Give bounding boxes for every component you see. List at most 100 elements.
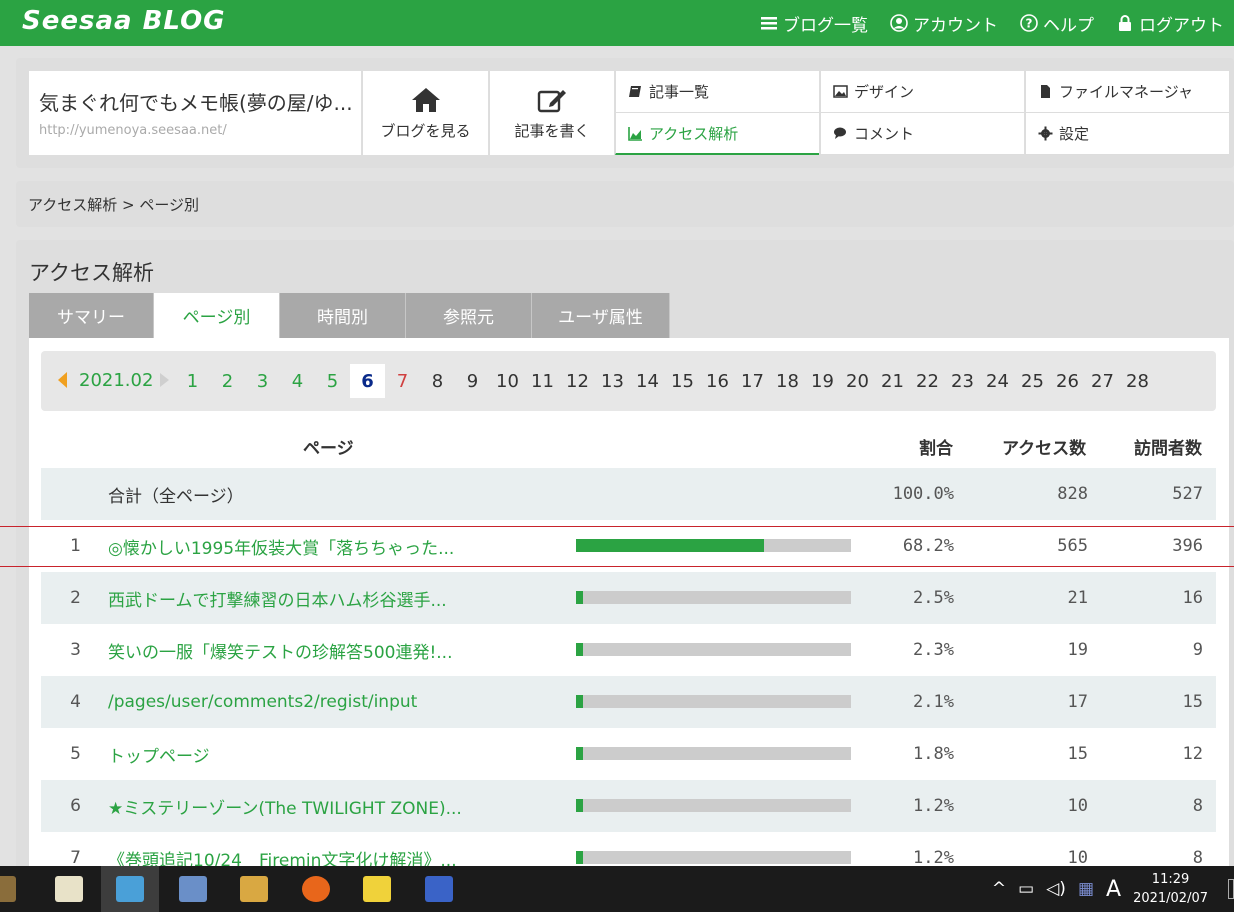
row-access: 19 [1067, 640, 1088, 660]
share-bar [576, 799, 851, 812]
tab-summary[interactable]: サマリー [29, 293, 154, 338]
tab-by-time[interactable]: 時間別 [280, 293, 406, 338]
total-ratio: 100.0% [892, 484, 954, 504]
menu-analytics[interactable]: アクセス解析 [615, 113, 819, 155]
table-row: 1 ◎懐かしい1995年仮装大賞「落ちちゃった... 68.2% 565 396 [41, 520, 1216, 572]
volume-icon[interactable]: ◁) [1046, 879, 1066, 899]
seesaa-logo[interactable]: Seesaa BLOG [22, 6, 226, 36]
view-blog-button[interactable]: ブログを見る [362, 71, 488, 155]
day-22: 22 [916, 370, 939, 392]
nav-logout[interactable]: ログアウト [1116, 11, 1224, 36]
taskbar-app-notepad[interactable] [43, 866, 95, 912]
day-21: 21 [881, 370, 904, 392]
day-14: 14 [636, 370, 659, 392]
firefox-icon[interactable] [290, 866, 342, 912]
row-page-link[interactable]: 西武ドームで打撃練習の日本ハム杉谷選手... [108, 572, 568, 624]
row-page-link[interactable]: 笑いの一服「爆笑テストの珍解答500連発!... [108, 624, 568, 676]
day-2[interactable]: 2 [210, 364, 245, 398]
share-bar-fill [576, 643, 583, 656]
menu-design[interactable]: デザイン [820, 71, 1024, 113]
ime-indicator[interactable]: A [1106, 877, 1121, 902]
day-3[interactable]: 3 [245, 364, 280, 398]
row-access: 10 [1067, 796, 1088, 816]
taskbar-app-folder[interactable] [351, 866, 403, 912]
system-tray: ^ ▭ ◁) ▦ A 11:29 2021/02/07 [992, 866, 1234, 912]
taskbar-app-paint[interactable] [0, 866, 28, 912]
table-row: 3 笑いの一服「爆笑テストの珍解答500連発!... 2.3% 19 9 [41, 624, 1216, 676]
show-desktop-button[interactable] [1228, 879, 1234, 899]
keyboard-icon[interactable]: ▦ [1078, 879, 1094, 899]
blog-info: 気まぐれ何でもメモ帳(夢の屋/ゆ... http://yumenoya.sees… [29, 71, 361, 155]
share-bar [576, 695, 851, 708]
menu-settings[interactable]: 設定 [1025, 113, 1229, 155]
book-icon [629, 86, 641, 97]
row-rank: 3 [70, 640, 81, 660]
day-6[interactable]: 6 [350, 364, 385, 398]
taskbar-app-tools[interactable] [413, 866, 465, 912]
comment-icon [834, 127, 846, 139]
day-list: 1 2 3 4 5 6 7 8 9 10 11 12 13 14 15 16 17 18 19 20 21 22 23 24 2… [175, 364, 1155, 398]
day-4[interactable]: 4 [280, 364, 315, 398]
day-18: 18 [776, 370, 799, 392]
row-rank: 2 [70, 588, 81, 608]
section-title: アクセス解析 [29, 261, 154, 285]
menu-posts-label: 記事一覧 [649, 83, 710, 101]
day-19: 19 [811, 370, 834, 392]
nav-blog-list[interactable]: ブログ一覧 [760, 11, 868, 36]
prev-month-arrow-icon[interactable] [58, 372, 67, 388]
row-page-link[interactable]: トップページ [108, 728, 568, 780]
network-icon[interactable]: ▭ [1018, 879, 1034, 899]
table-row: 5 トップページ 1.8% 15 12 [41, 728, 1216, 780]
day-1[interactable]: 1 [175, 364, 210, 398]
day-5[interactable]: 5 [315, 364, 350, 398]
menu-design-label: デザイン [854, 83, 915, 101]
nav-help[interactable]: ? ヘルプ [1020, 11, 1094, 36]
view-blog-label: ブログを見る [380, 121, 471, 140]
tab-referrer[interactable]: 参照元 [406, 293, 532, 338]
highlight-line-top [0, 526, 1234, 527]
write-post-button[interactable]: 記事を書く [489, 71, 614, 155]
clock[interactable]: 11:29 2021/02/07 [1133, 870, 1208, 908]
day-25: 25 [1021, 370, 1044, 392]
row-page-link[interactable]: ★ミステリーゾーン(The TWILIGHT ZONE)... [108, 780, 568, 832]
total-label: 合計（全ページ） [108, 486, 244, 507]
day-13: 13 [601, 370, 624, 392]
nav-logout-label: ログアウト [1139, 15, 1224, 36]
blog-url[interactable]: http://yumenoya.seesaa.net/ [39, 123, 227, 138]
row-visitors: 8 [1192, 796, 1203, 816]
file-icon [1041, 85, 1050, 98]
header-ratio: 割合 [919, 439, 953, 459]
tab-by-page[interactable]: ページ別 [154, 293, 280, 338]
row-page-link[interactable]: ◎懐かしい1995年仮装大賞「落ちちゃった... [108, 520, 568, 572]
day-8: 8 [431, 370, 444, 392]
gear-icon [1038, 126, 1053, 141]
day-7[interactable]: 7 [385, 364, 420, 398]
row-ratio: 68.2% [902, 536, 954, 556]
share-bar-fill [576, 799, 583, 812]
tray-chevron-up-icon[interactable]: ^ [992, 879, 1006, 899]
taskbar-app-document[interactable] [167, 866, 219, 912]
clock-time: 11:29 [1151, 872, 1190, 887]
menu-file-manager[interactable]: ファイルマネージャ [1025, 71, 1229, 113]
write-post-label: 記事を書く [514, 121, 590, 140]
row-page-link[interactable]: /pages/user/comments2/regist/input [108, 676, 568, 728]
row-rank: 4 [70, 692, 81, 712]
row-ratio: 2.5% [913, 588, 954, 608]
tab-user-attributes[interactable]: ユーザ属性 [532, 293, 670, 338]
taskbar-app-game[interactable] [228, 866, 280, 912]
analytics-tabs: サマリー ページ別 時間別 参照元 ユーザ属性 [29, 293, 670, 338]
day-23: 23 [951, 370, 974, 392]
menu-posts[interactable]: 記事一覧 [615, 71, 819, 113]
month-label[interactable]: 2021.02 [79, 370, 153, 391]
day-10: 10 [496, 370, 519, 392]
taskbar-app-browser-active[interactable] [101, 866, 159, 912]
next-month-arrow-icon[interactable] [160, 373, 169, 387]
row-access: 17 [1067, 692, 1088, 712]
menu-analytics-label: アクセス解析 [649, 124, 739, 143]
nav-account[interactable]: アカウント [890, 11, 998, 36]
share-bar [576, 643, 851, 656]
share-bar-fill [576, 539, 764, 552]
row-ratio: 1.8% [913, 744, 954, 764]
blog-title[interactable]: 気まぐれ何でもメモ帳(夢の屋/ゆ... [39, 87, 359, 116]
menu-comments[interactable]: コメント [820, 113, 1024, 155]
